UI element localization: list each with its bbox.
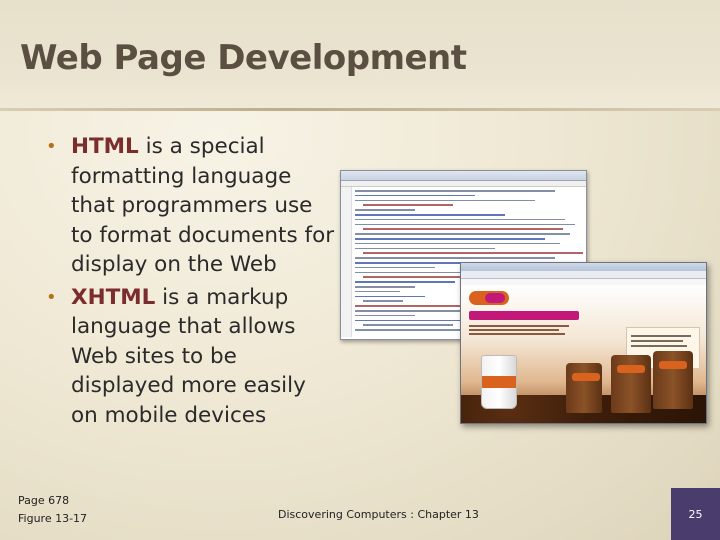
code-line <box>355 209 415 211</box>
code-line <box>363 252 583 254</box>
code-line <box>355 295 425 298</box>
code-line <box>355 281 455 283</box>
code-line <box>355 290 400 293</box>
code-line <box>355 218 565 221</box>
browser-titlebar <box>461 263 706 271</box>
code-line <box>355 233 570 235</box>
code-line <box>355 223 575 226</box>
page-reference: Page 678 <box>18 494 70 507</box>
promo-text-line <box>469 333 565 335</box>
bullet-item-xhtml: • XHTML is a markup language that allows … <box>46 283 336 431</box>
slide-number-box: 25 <box>671 488 720 540</box>
code-line <box>355 262 475 264</box>
coffee-cup-icon <box>481 355 517 409</box>
code-line <box>355 305 465 307</box>
promo-text-line <box>469 329 559 331</box>
slide-number: 25 <box>688 507 703 521</box>
code-line <box>355 238 545 240</box>
course-footer: Discovering Computers : Chapter 13 <box>278 508 479 521</box>
coffee-bag-icon <box>566 363 602 413</box>
info-panel-text <box>631 340 683 342</box>
promo-banner <box>469 311 579 320</box>
code-line <box>355 247 495 250</box>
footer-reference: Page 678 Figure 13-17 <box>18 492 87 528</box>
code-line <box>363 228 563 230</box>
bullet-marker-icon: • <box>46 136 57 157</box>
bullet-term: XHTML <box>71 284 156 310</box>
bullet-marker-icon: • <box>46 286 57 308</box>
coffee-bag-icon <box>653 351 693 409</box>
info-panel-text <box>631 335 691 337</box>
bullet-term: HTML <box>71 134 139 159</box>
code-line <box>355 190 555 192</box>
coffee-bag-icon <box>611 355 651 413</box>
code-line <box>355 319 475 322</box>
code-line <box>355 199 535 202</box>
code-line <box>355 214 505 216</box>
code-line <box>363 324 453 326</box>
bullet-list: • HTML is a special formatting language t… <box>46 132 336 433</box>
title-divider <box>0 108 720 111</box>
code-line <box>355 286 415 288</box>
figure-reference: Figure 13-17 <box>18 512 88 525</box>
code-line <box>355 257 555 259</box>
editor-titlebar <box>341 171 586 181</box>
rendered-web-page <box>461 285 706 423</box>
browser-window-icon <box>460 262 707 424</box>
code-line <box>355 194 475 197</box>
line-number-gutter <box>341 187 352 337</box>
bullet-item-html: • HTML is a special formatting language t… <box>46 132 336 280</box>
code-line <box>363 300 403 302</box>
code-line <box>355 266 435 269</box>
promo-text-line <box>469 325 569 327</box>
code-line <box>363 204 453 206</box>
info-panel-text <box>631 345 687 347</box>
slide-title: Web Page Development <box>20 38 467 78</box>
code-line <box>355 242 560 245</box>
browser-tabs <box>461 271 706 279</box>
figure-screenshot <box>340 170 707 424</box>
site-logo-accent <box>485 293 505 303</box>
code-line <box>355 314 415 317</box>
